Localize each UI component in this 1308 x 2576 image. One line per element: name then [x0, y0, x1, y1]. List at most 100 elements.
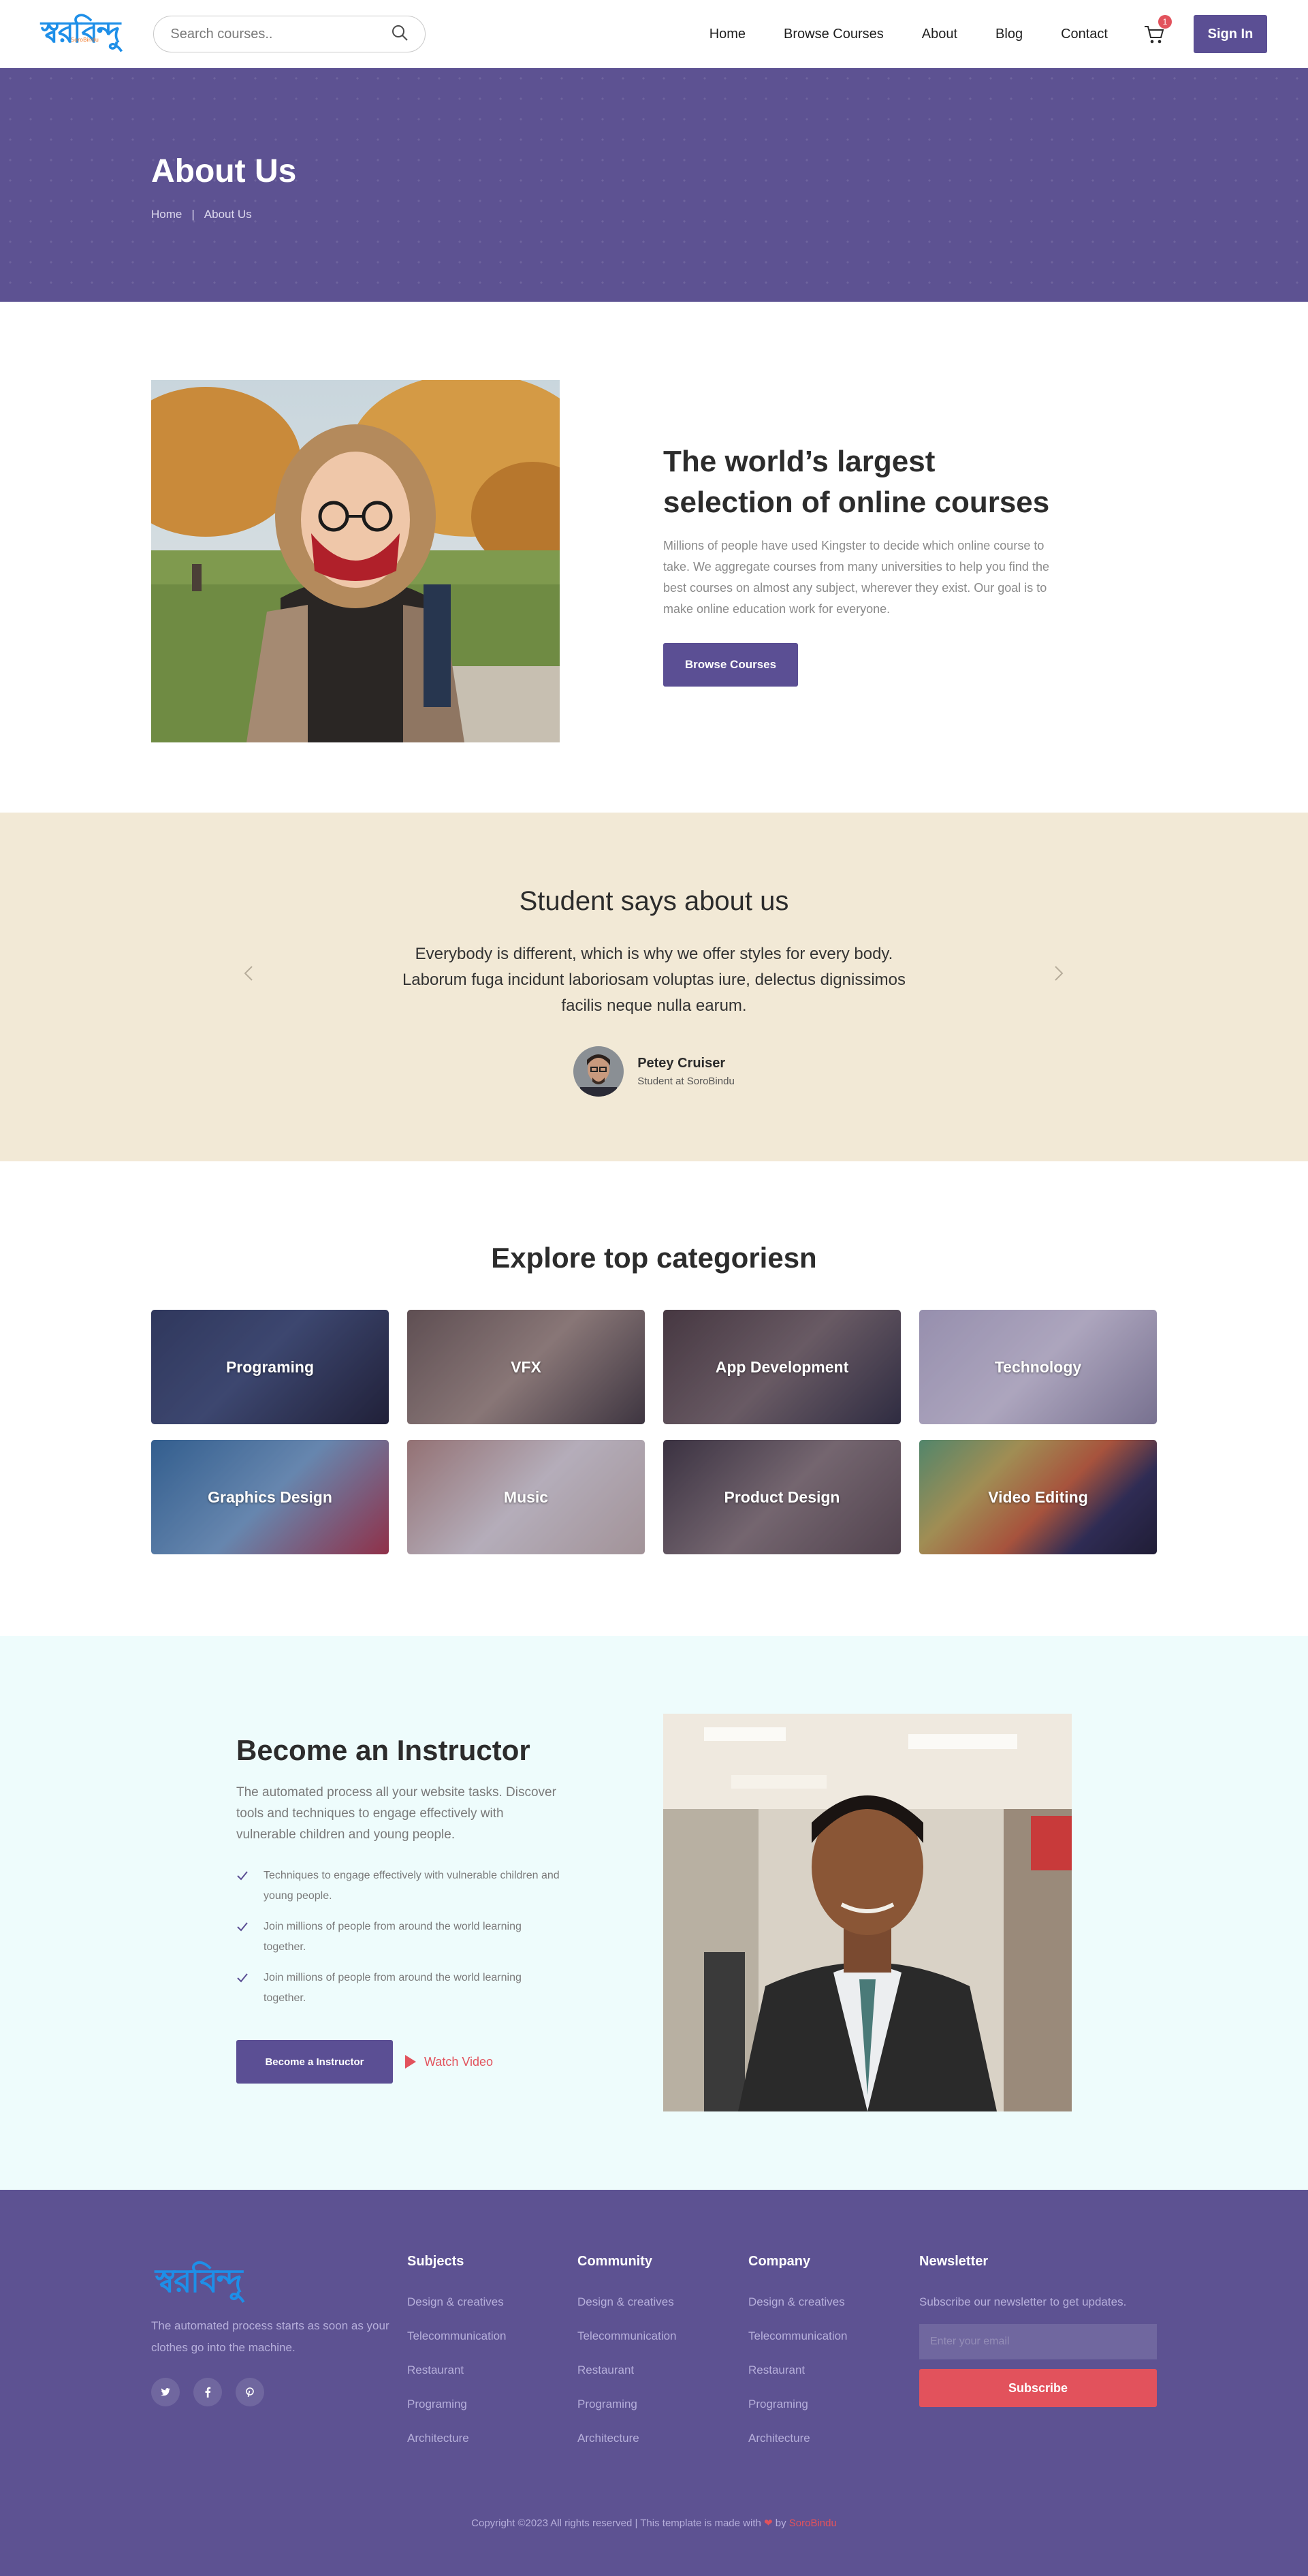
about-heading: The world’s largest selection of online … [663, 445, 1050, 519]
benefit-text: Join millions of people from around the … [264, 1921, 522, 1953]
category-label: Product Design [724, 1488, 840, 1506]
logo-text: স্বরবিন্দু [41, 14, 121, 50]
author-role: Student at SoroBindu [637, 1075, 735, 1087]
newsletter: Newsletter Subscribe our newsletter to g… [919, 2254, 1157, 2407]
categories-heading: Explore top categoriesn [491, 1242, 817, 1274]
about-description: Millions of people have used Kingster to… [663, 539, 1049, 616]
instructor-description: The automated process all your website t… [236, 1785, 556, 1842]
footer-link[interactable]: Telecommunication [577, 2329, 727, 2343]
footer-column-title: Subjects [407, 2254, 464, 2269]
category-card-product-design[interactable]: Product Design [663, 1440, 901, 1554]
category-label: Technology [994, 1357, 1082, 1376]
subscribe-button[interactable]: Subscribe [919, 2369, 1157, 2407]
search-box [153, 16, 426, 52]
watch-video-label: Watch Video [424, 2054, 494, 2069]
list-item: Join millions of people from around the … [236, 1917, 563, 1958]
search-input[interactable] [170, 26, 392, 42]
about-content: The world’s largest selection of online … [663, 441, 1072, 687]
footer-column-title: Community [577, 2254, 652, 2269]
testimonial-section: Student says about us Everybody is diffe… [0, 813, 1308, 1161]
footer-link[interactable]: Restaurant [748, 2363, 898, 2377]
category-card-video-editing[interactable]: Video Editing [919, 1440, 1157, 1554]
chevron-right-icon[interactable] [1049, 964, 1068, 983]
footer-link[interactable]: Restaurant [407, 2363, 557, 2377]
browse-courses-button[interactable]: Browse Courses [663, 643, 798, 687]
footer-about: The automated process starts as soon as … [151, 2319, 389, 2354]
about-section: The world’s largest selection of online … [0, 302, 1308, 813]
sign-in-button[interactable]: Sign In [1194, 15, 1267, 53]
newsletter-text: Subscribe our newsletter to get updates. [919, 2295, 1127, 2308]
nav-blog[interactable]: Blog [995, 27, 1023, 42]
footer-link[interactable]: Architecture [748, 2432, 898, 2445]
logo-subtext: SoroBindu [71, 36, 99, 43]
author-meta: Petey Cruiser Student at SoroBindu [637, 1056, 735, 1087]
site-logo[interactable]: স্বরবিন্দু SoroBindu [41, 10, 121, 59]
page-banner: About Us Home | About Us [0, 68, 1308, 302]
watch-video-link[interactable]: Watch Video [405, 2055, 493, 2069]
testimonial-author: Petey Cruiser Student at SoroBindu [0, 1046, 1308, 1097]
heart-icon: ❤ [764, 2517, 773, 2529]
nav-contact[interactable]: Contact [1061, 27, 1108, 42]
footer-link[interactable]: Programing [577, 2398, 727, 2411]
twitter-icon[interactable] [151, 2378, 180, 2406]
category-label: Programing [225, 1357, 315, 1376]
footer-link[interactable]: Design & creatives [407, 2295, 557, 2309]
breadcrumb-home[interactable]: Home [151, 208, 182, 221]
footer-column-company: Company Design & creatives Telecommunica… [748, 2254, 898, 2466]
category-label: Graphics Design [208, 1488, 332, 1506]
category-card-graphics-design[interactable]: Graphics Design [151, 1440, 389, 1554]
testimonial-heading: Student says about us [519, 886, 789, 916]
site-footer: স্বরবিন্দু The automated process starts … [0, 2190, 1308, 2576]
list-item: Join millions of people from around the … [236, 1968, 563, 2009]
pinterest-icon[interactable] [236, 2378, 264, 2406]
instructor-actions: Become a Instructor Watch Video [236, 2040, 563, 2084]
category-label: Music [503, 1488, 549, 1506]
category-label: App Development [715, 1357, 849, 1376]
category-label: VFX [511, 1357, 541, 1376]
category-card-app-development[interactable]: App Development [663, 1310, 901, 1424]
category-card-music[interactable]: Music [407, 1440, 645, 1554]
category-card-vfx[interactable]: VFX [407, 1310, 645, 1424]
category-card-programing[interactable]: Programing [151, 1310, 389, 1424]
newsletter-title: Newsletter [919, 2254, 989, 2269]
nav-about[interactable]: About [922, 27, 957, 42]
instructor-content: Become an Instructor The automated proce… [236, 1734, 563, 2084]
chevron-left-icon[interactable] [240, 964, 259, 983]
instructor-heading: Become an Instructor [236, 1734, 530, 1766]
check-icon [237, 1973, 248, 1983]
student-masked-photo [151, 380, 560, 742]
category-card-technology[interactable]: Technology [919, 1310, 1157, 1424]
footer-column-community: Community Design & creatives Telecommuni… [577, 2254, 727, 2466]
footer-logo[interactable]: স্বরবিন্দু [155, 2257, 243, 2310]
cart-button[interactable]: 1 [1142, 15, 1172, 46]
footer-link[interactable]: Telecommunication [748, 2329, 898, 2343]
search-icon[interactable] [391, 24, 409, 45]
nav-home[interactable]: Home [709, 27, 746, 42]
instructor-benefits: Techniques to engage effectively with vu… [236, 1866, 563, 2009]
become-instructor-button[interactable]: Become a Instructor [236, 2040, 393, 2084]
footer-column-subjects: Subjects Design & creatives Telecommunic… [407, 2254, 557, 2466]
footer-link[interactable]: Architecture [577, 2432, 727, 2445]
footer-link[interactable]: Design & creatives [748, 2295, 898, 2309]
category-grid: Programing VFX App Development Technolog… [151, 1310, 1157, 1554]
category-label: Video Editing [988, 1488, 1088, 1506]
instructor-photo [663, 1714, 1072, 2111]
facebook-icon[interactable] [193, 2378, 222, 2406]
benefit-text: Techniques to engage effectively with vu… [264, 1870, 560, 1902]
copyright-text: Copyright ©2023 All rights reserved | Th… [471, 2517, 761, 2529]
footer-link[interactable]: Design & creatives [577, 2295, 727, 2309]
author-name: Petey Cruiser [637, 1056, 726, 1071]
footer-link[interactable]: Programing [407, 2398, 557, 2411]
newsletter-email-input[interactable] [919, 2324, 1157, 2359]
footer-link[interactable]: Architecture [407, 2432, 557, 2445]
check-icon [237, 1871, 248, 1881]
copyright-by: by [775, 2517, 786, 2529]
copyright-brand-link[interactable]: SoroBindu [789, 2517, 837, 2529]
footer-link[interactable]: Restaurant [577, 2363, 727, 2377]
check-icon [237, 1922, 248, 1932]
categories-section: Explore top categoriesn Programing VFX A… [0, 1161, 1308, 1636]
breadcrumb-separator: | [191, 208, 195, 221]
nav-browse-courses[interactable]: Browse Courses [784, 27, 884, 42]
footer-link[interactable]: Programing [748, 2398, 898, 2411]
footer-link[interactable]: Telecommunication [407, 2329, 557, 2343]
